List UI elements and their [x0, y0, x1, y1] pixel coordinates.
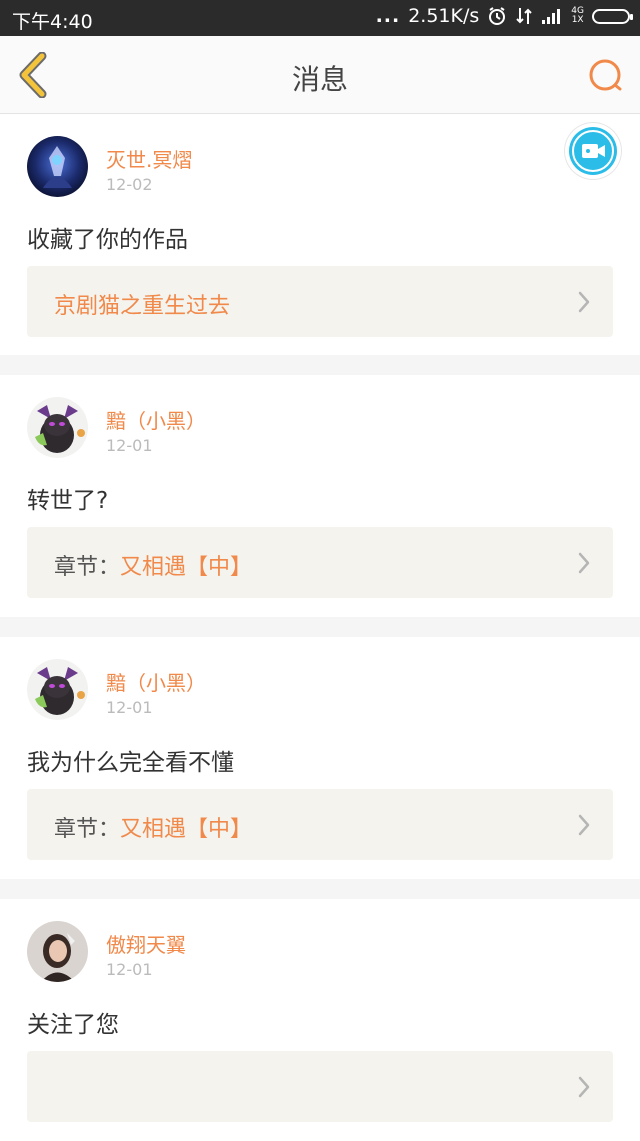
ref-prefix: 章节：: [54, 555, 121, 580]
message-date: 12-02: [106, 175, 153, 194]
network-speed: 2.51K/s: [408, 5, 480, 27]
avatar[interactable]: [27, 136, 88, 197]
page-title: 消息: [291, 63, 348, 96]
referenced-chapter-title: 章节：又相遇【中】: [54, 549, 252, 581]
avatar[interactable]: [27, 659, 88, 720]
message-date: 12-01: [106, 960, 153, 979]
more-dots: ...: [375, 5, 401, 27]
referenced-work[interactable]: 京剧猫之重生过去: [27, 266, 613, 337]
chevron-right-icon: [578, 1076, 590, 1098]
chevron-right-icon: [578, 291, 590, 313]
status-time: 下午4:40: [12, 11, 93, 33]
ref-title: 京剧猫之重生过去: [54, 294, 231, 319]
message-card: 灭世.冥熠 12-02 收藏了你的作品 京剧猫之重生过去: [0, 114, 640, 355]
username[interactable]: 黯（小黑）: [106, 667, 206, 696]
message-date: 12-01: [106, 698, 153, 717]
referenced-chapter[interactable]: 章节：又相遇【中】: [27, 527, 613, 598]
network-type-bottom: 1X: [571, 15, 584, 25]
referenced-work-title: 京剧猫之重生过去: [54, 288, 230, 320]
chevron-right-icon: [578, 814, 590, 836]
ref-title: 又相遇【中】: [120, 555, 253, 580]
message-card: 黯（小黑） 12-01 转世了? 章节：又相遇【中】: [0, 375, 640, 617]
data-transfer-icon: [516, 8, 533, 24]
avatar[interactable]: [27, 397, 88, 458]
message-date: 12-01: [106, 436, 153, 455]
signal-icon: [542, 9, 561, 24]
ref-title: 又相遇【中】: [120, 817, 253, 842]
top-nav-bar: 消息: [0, 36, 640, 114]
referenced-chapter[interactable]: 章节：又相遇【中】: [27, 789, 613, 860]
ref-prefix: 章节：: [54, 817, 121, 842]
username[interactable]: 黯（小黑）: [106, 405, 206, 434]
status-bar: 下午4:40 ... 2.51K/s 4G 1X: [0, 0, 640, 36]
message-card: 傲翔天翼 12-01 关注了您: [0, 899, 640, 1141]
status-icons: ... 2.51K/s 4G 1X: [375, 5, 633, 27]
message-text: 关注了您: [27, 1012, 119, 1038]
referenced-item[interactable]: [27, 1051, 613, 1122]
avatar[interactable]: [27, 921, 88, 982]
video-camera-button[interactable]: [565, 123, 621, 179]
message-card: 黯（小黑） 12-01 我为什么完全看不懂 章节：又相遇【中】: [0, 637, 640, 879]
network-type: 4G 1X: [571, 7, 584, 25]
message-list: 灭世.冥熠 12-02 收藏了你的作品 京剧猫之重生过去 黯（小黑） 12-01…: [0, 114, 640, 1141]
username[interactable]: 傲翔天翼: [106, 929, 186, 958]
battery-icon: [592, 8, 633, 24]
message-text: 我为什么完全看不懂: [27, 750, 234, 776]
chevron-right-icon: [578, 552, 590, 574]
message-text: 转世了?: [27, 488, 109, 514]
message-text: 收藏了你的作品: [27, 227, 188, 253]
video-camera-icon: [569, 127, 617, 175]
search-icon[interactable]: [586, 56, 626, 96]
referenced-chapter-title: 章节：又相遇【中】: [54, 811, 252, 843]
username[interactable]: 灭世.冥熠: [106, 144, 192, 173]
alarm-icon: [489, 7, 506, 25]
